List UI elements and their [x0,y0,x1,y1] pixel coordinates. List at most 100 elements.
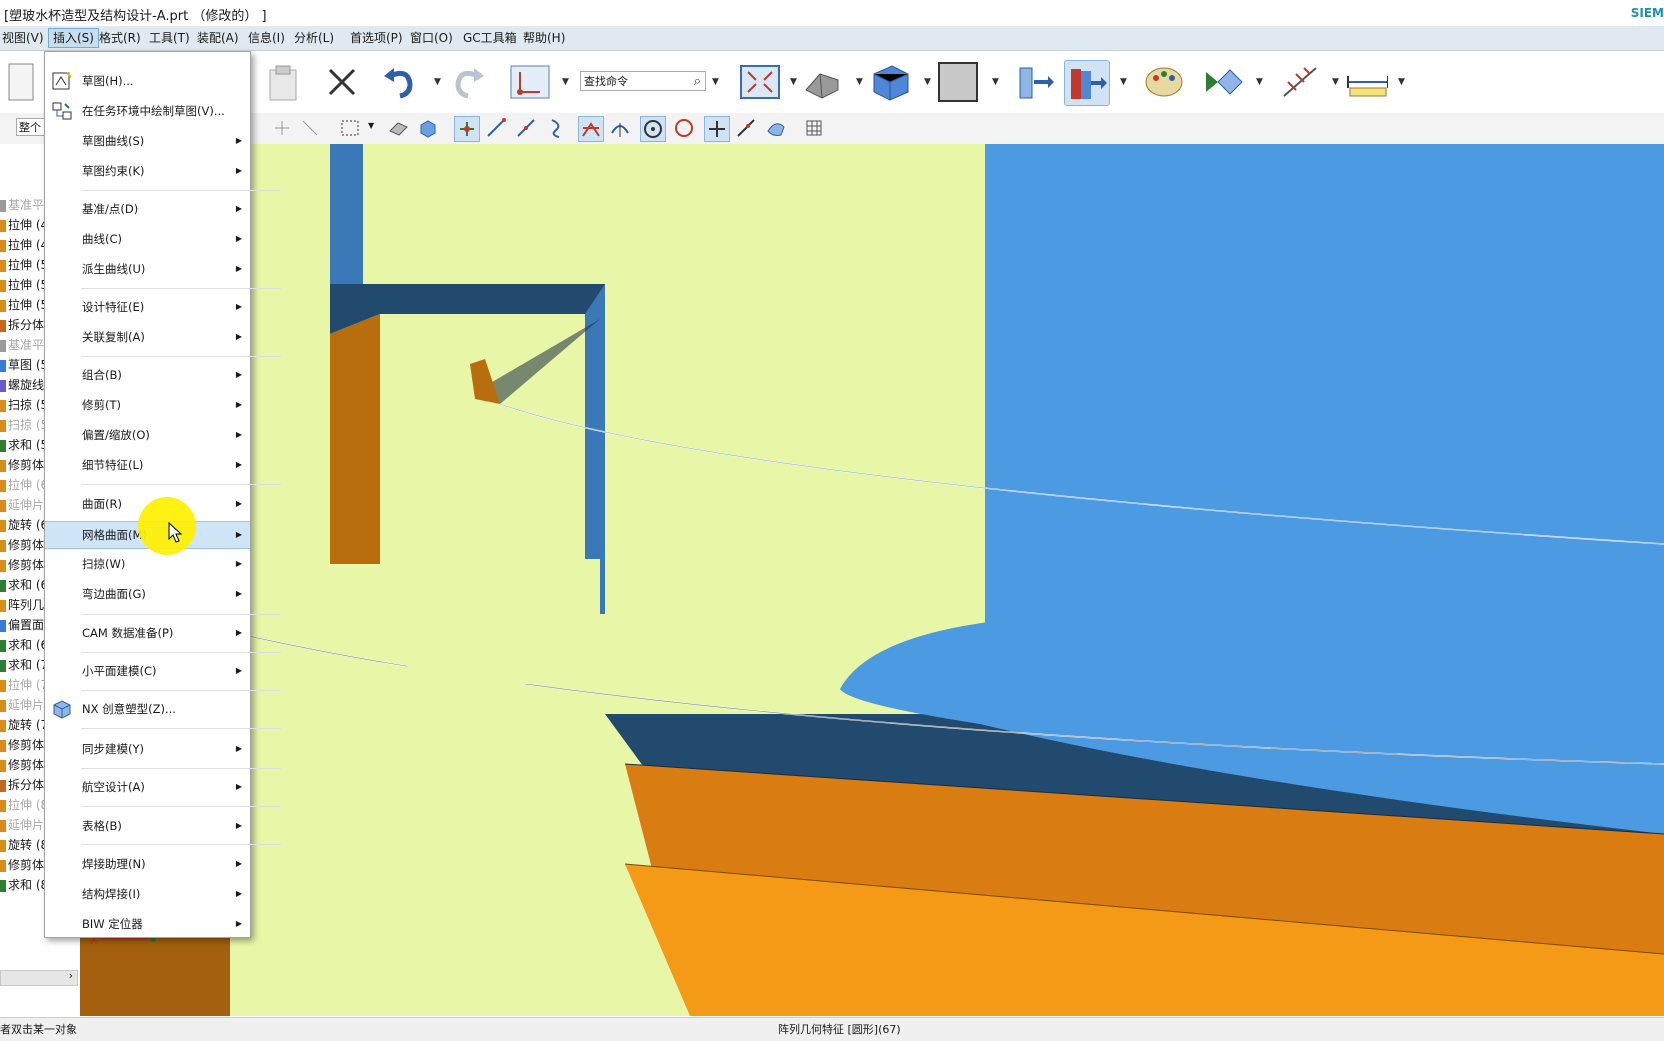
insert-menu-item[interactable]: NX 创意塑型(Z)... [45,696,250,722]
menu-information[interactable]: 信息(I) [244,29,289,47]
part-navigator-item[interactable]: 修剪体 [0,856,44,875]
part-navigator-item[interactable]: 拉伸 (8 [0,796,48,815]
point-on-surface-icon[interactable] [764,116,788,140]
sync-dropdown-icon[interactable]: ▼ [1120,77,1127,87]
paste-icon[interactable] [262,60,306,104]
end-point-icon[interactable] [484,116,508,140]
part-navigator-item[interactable]: 草图 (5 [0,356,48,375]
insert-menu-item[interactable]: 同步建模(Y) ▶ [45,736,250,762]
pull-face-icon[interactable] [1064,60,1110,106]
quadrant-point-icon[interactable] [672,116,696,140]
orient-dropdown-icon[interactable]: ▼ [924,77,931,87]
part-navigator-item[interactable]: 旋转 (8 [0,836,48,855]
menu-view[interactable]: 视图(V) [0,29,48,47]
csys-dropdown-icon[interactable]: ▼ [562,77,569,87]
part-navigator-item[interactable]: 拉伸 (4 [0,236,48,255]
insert-menu-item[interactable]: 设计特征(E) ▶ [45,294,250,320]
measure-angle-icon[interactable] [1278,60,1322,104]
snap-points-icon[interactable] [454,116,480,142]
part-navigator-item[interactable]: 修剪体 [0,756,44,775]
insert-menu-item[interactable]: 草图(H)... [45,68,250,94]
snap-grid-icon[interactable] [298,116,322,140]
rectangle-select-icon[interactable] [338,116,362,140]
part-navigator-item[interactable]: 拉伸 (5 [0,296,48,315]
background-icon[interactable] [936,60,980,104]
undo-dropdown-icon[interactable]: ▼ [434,77,441,87]
part-navigator-item[interactable]: 求和 (6 [0,636,48,655]
insert-menu-item[interactable]: 结构焊接(I) ▶ [45,881,250,907]
menu-format[interactable]: 格式(R) [95,29,145,47]
select-body-icon[interactable] [386,116,410,140]
menu-insert[interactable]: 插入(S) [48,28,99,48]
solid-cube-icon[interactable] [868,60,912,104]
part-navigator-item[interactable]: 拆分体 [0,776,44,795]
insert-menu-item[interactable]: 小平面建模(C) ▶ [45,658,250,684]
mid-point-icon[interactable] [514,116,538,140]
menu-help[interactable]: 帮助(H) [519,29,569,47]
fit-view-icon[interactable] [738,60,782,104]
insert-menu-item[interactable]: 组合(B) ▶ [45,362,250,388]
point-on-curve-icon[interactable] [734,116,758,140]
render-dropdown-icon[interactable]: ▼ [856,77,863,87]
menu-assemblies[interactable]: 装配(A) [193,29,243,47]
delete-icon[interactable] [320,60,364,104]
insert-menu-item[interactable]: BIW 定位器 ▶ [45,911,250,937]
menu-window[interactable]: 窗口(O) [406,29,457,47]
measure-dropdown-icon[interactable]: ▼ [1332,77,1339,87]
part-navigator-item[interactable]: 求和 (5 [0,436,48,455]
control-point-icon[interactable] [546,116,570,140]
part-navigator-item[interactable]: 延伸片 [0,816,44,835]
redo-icon[interactable] [446,60,490,104]
insert-menu-item[interactable]: 细节特征(L) ▶ [45,452,250,478]
insert-menu-item[interactable]: 在任务环境中绘制草图(V)... [45,98,250,124]
navigator-scrollbar[interactable]: › [0,969,78,986]
insert-menu-item[interactable]: 草图曲线(S) ▶ [45,128,250,154]
part-navigator-item[interactable]: 扫掠 (5 [0,396,48,415]
part-navigator-item[interactable]: 阵列几 [0,596,44,615]
shaded-view-icon[interactable] [800,60,844,104]
menu-gc-toolkit[interactable]: GC工具箱 [459,29,521,47]
part-navigator-item[interactable]: 扫掠 (5 [0,416,48,435]
insert-menu-item[interactable]: 基准/点(D) ▶ [45,196,250,222]
new-file-icon[interactable] [0,60,44,104]
background-dropdown-icon[interactable]: ▼ [992,77,999,87]
part-navigator-item[interactable]: 修剪体 [0,456,44,475]
intersection-point-icon[interactable] [578,116,604,142]
insert-menu-item[interactable]: CAM 数据准备(P) ▶ [45,620,250,646]
part-navigator-item[interactable]: 拉伸 (5 [0,276,48,295]
select-dropdown-icon[interactable]: ▼ [368,121,374,130]
select-feature-icon[interactable] [416,116,440,140]
view-dropdown-icon[interactable]: ▼ [790,77,797,87]
insert-menu-item[interactable]: 弯边曲面(G) ▶ [45,581,250,607]
analysis-dropdown-icon[interactable]: ▼ [1398,77,1405,87]
insert-menu-item[interactable]: 扫掠(W) ▶ [45,551,250,577]
undo-icon[interactable] [378,60,422,104]
insert-menu-item[interactable]: 派生曲线(U) ▶ [45,256,250,282]
part-navigator-item[interactable]: 求和 (8 [0,876,48,895]
existing-point-icon[interactable] [704,116,730,142]
part-navigator-item[interactable]: 延伸片 [0,496,44,515]
graphics-viewport[interactable]: X [80,144,1664,1016]
part-navigator-item[interactable]: 修剪体 [0,736,44,755]
search-dropdown-icon[interactable]: ▼ [712,77,719,87]
part-navigator-item[interactable]: 求和 (6 [0,576,48,595]
part-navigator-item[interactable]: 修剪体 [0,556,44,575]
edit-object-display-icon[interactable] [1200,60,1244,104]
part-navigator-item[interactable]: 拆分体 [0,316,44,335]
circle-center-icon[interactable] [640,116,666,142]
part-navigator-item[interactable]: 基准平 [0,196,44,215]
part-navigator-item[interactable]: 旋转 (6 [0,516,48,535]
move-face-icon[interactable] [1012,60,1056,104]
command-search-input[interactable]: 查找命令 ⌕ [580,71,706,91]
insert-menu-item[interactable]: 修剪(T) ▶ [45,392,250,418]
insert-menu-item[interactable]: 表格(B) ▶ [45,813,250,839]
arc-center-icon[interactable] [608,116,632,140]
color-palette-icon[interactable] [1142,60,1186,104]
insert-menu-item[interactable]: 关联复制(A) ▶ [45,324,250,350]
part-navigator-item[interactable]: 基准平 [0,336,44,355]
insert-menu-item[interactable]: 偏置/缩放(O) ▶ [45,422,250,448]
grid-icon[interactable] [802,116,826,140]
insert-menu-item[interactable]: 草图约束(K) ▶ [45,158,250,184]
insert-menu-item[interactable]: 航空设计(A) ▶ [45,774,250,800]
menu-analysis[interactable]: 分析(L) [290,29,338,47]
